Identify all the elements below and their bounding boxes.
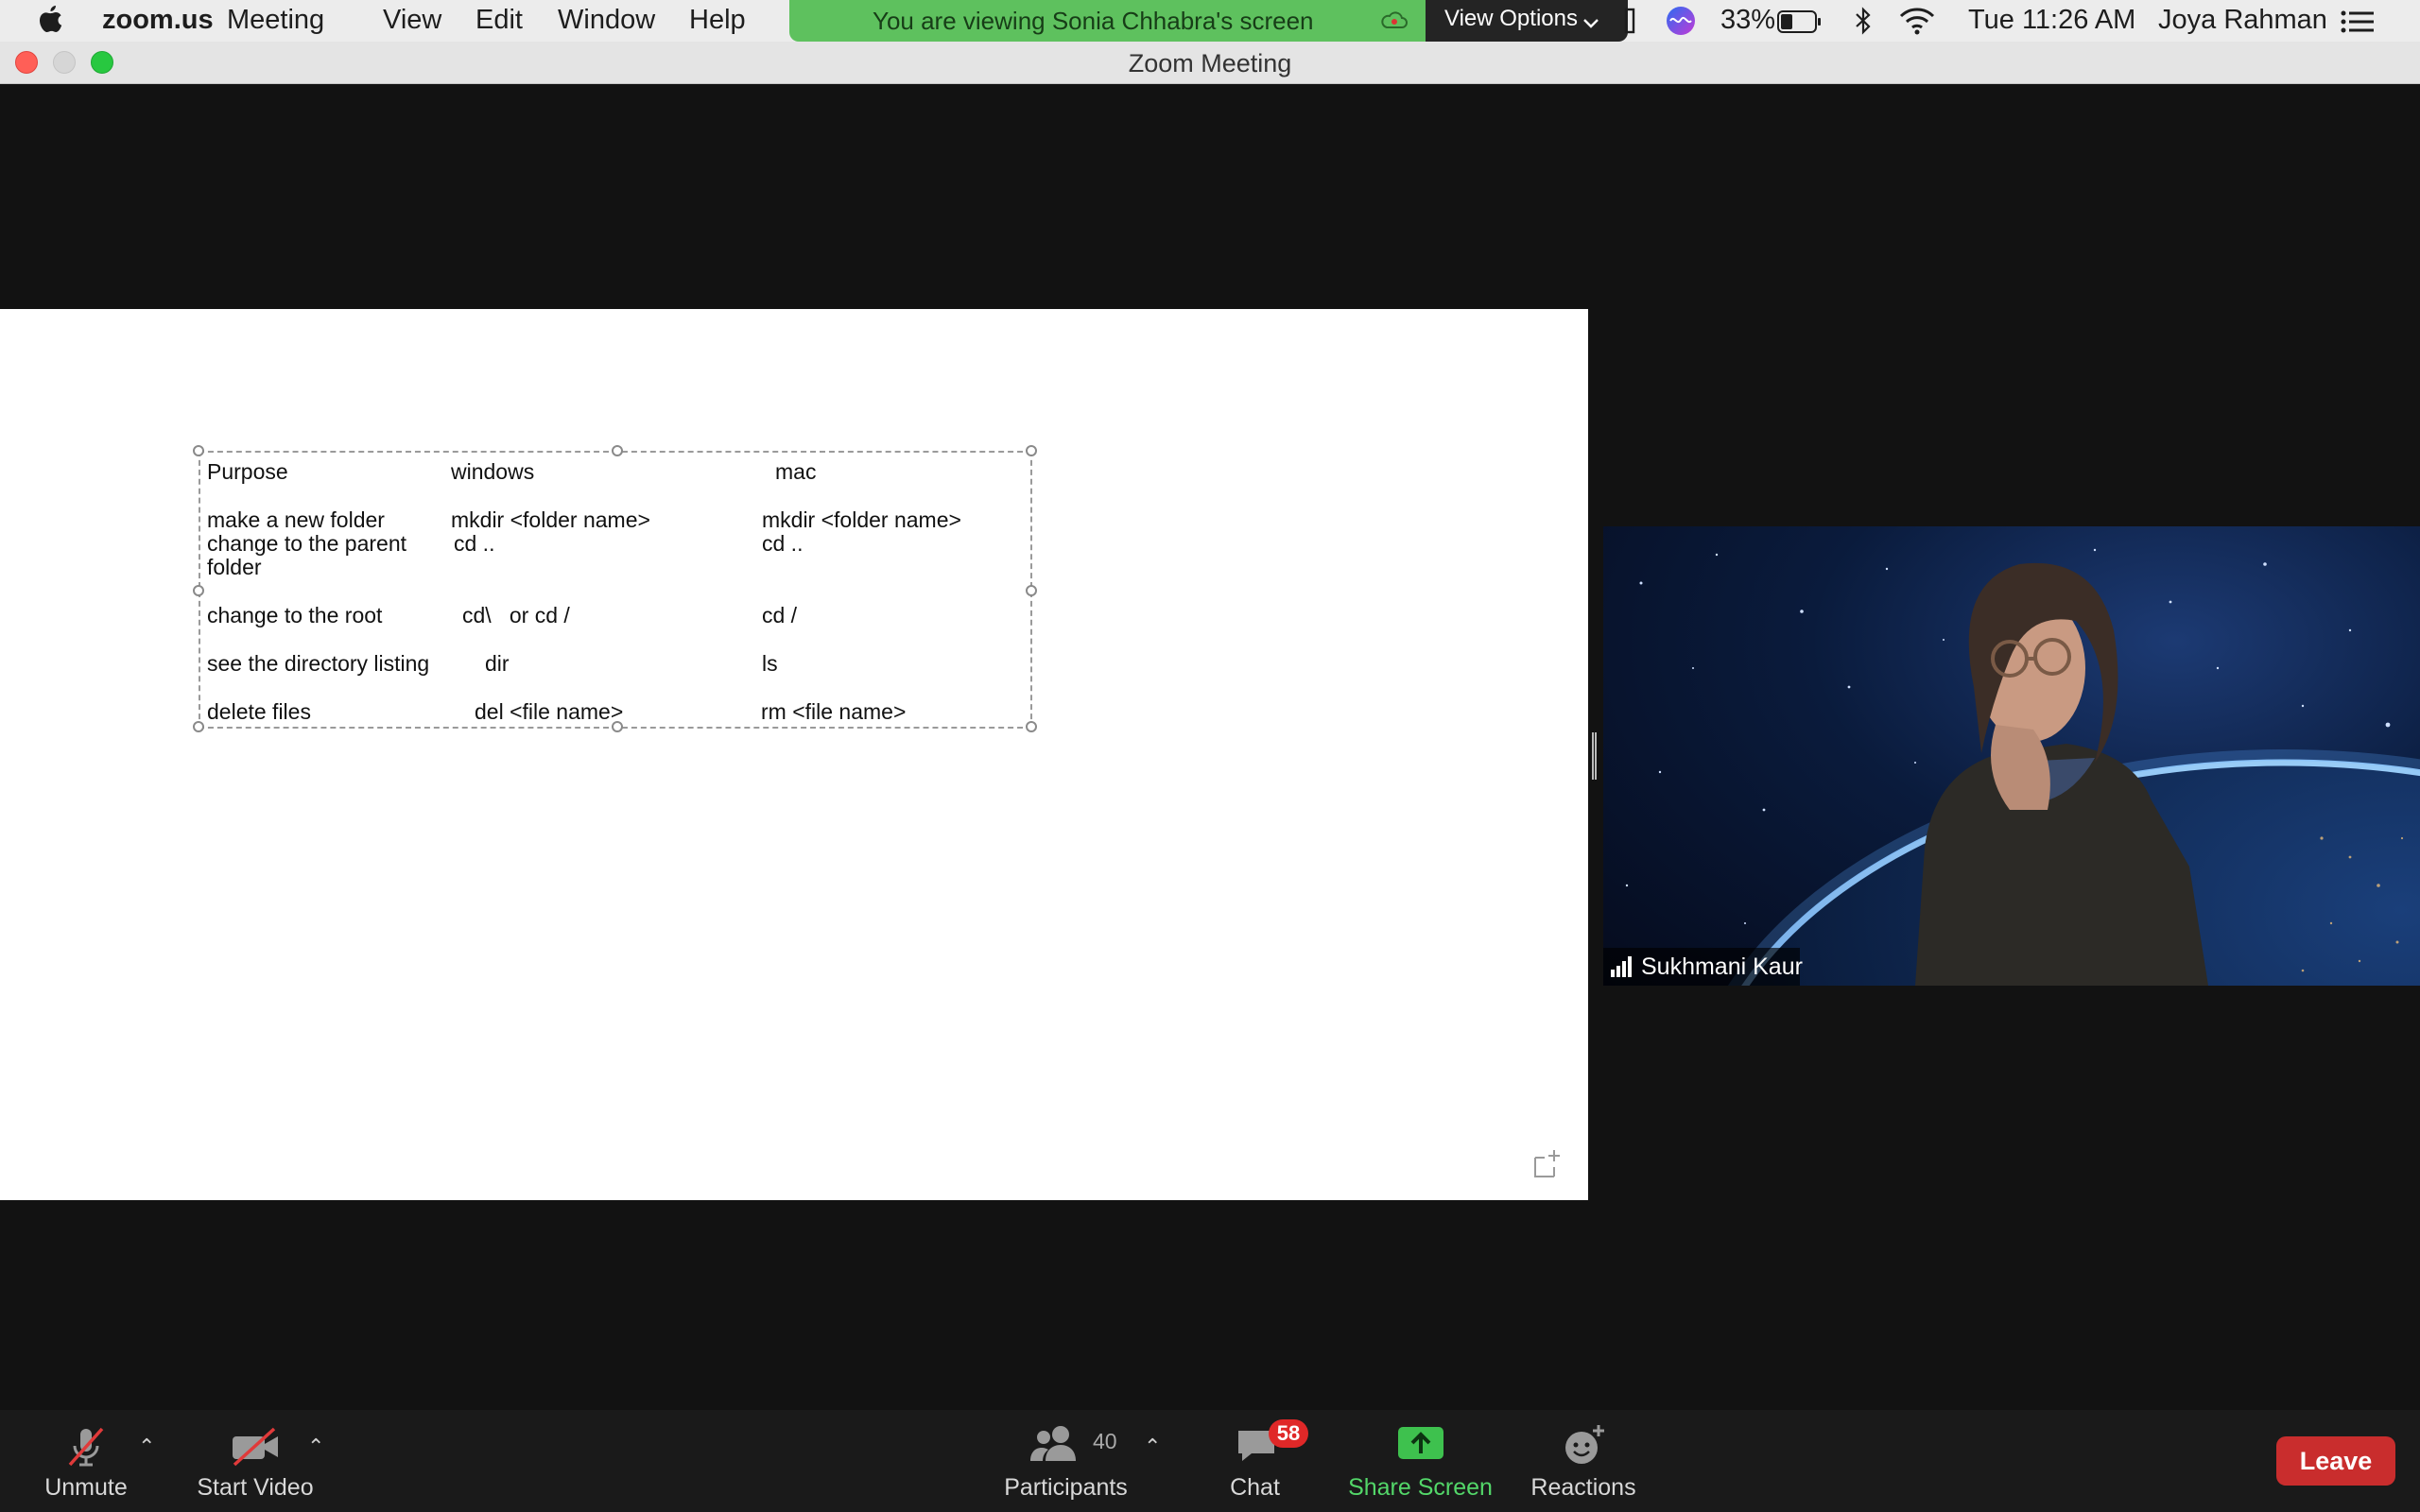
reactions-button[interactable]: Reactions <box>1522 1410 1645 1512</box>
menu-window[interactable]: Window <box>558 5 655 36</box>
unmute-button[interactable]: Unmute <box>34 1410 138 1512</box>
table-cell-mac: cd .. <box>762 531 804 556</box>
table-cell-windows: del <file name> <box>475 699 624 724</box>
table-cell-mac: ls <box>762 651 778 676</box>
resize-handle[interactable] <box>193 445 204 456</box>
chat-bubble-icon: 58 <box>1235 1419 1308 1471</box>
battery-icon[interactable] <box>1777 9 1823 41</box>
table-cell-mac: cd / <box>762 603 798 627</box>
meeting-controls-toolbar: Unmute ⌃ Start Video ⌃ 40 Participants ⌃ <box>0 1410 2420 1512</box>
wifi-icon[interactable] <box>1898 6 1936 43</box>
screen-mirroring-icon[interactable] <box>1624 8 1635 42</box>
table-header-mac: mac <box>775 459 817 484</box>
share-screen-label: Share Screen <box>1348 1474 1493 1501</box>
unmute-label: Unmute <box>44 1474 128 1501</box>
table-cell-windows: cd\ or cd / <box>462 603 570 627</box>
view-options-button[interactable]: View Options <box>1426 0 1628 42</box>
table-header-windows: windows <box>451 459 535 484</box>
participant-video-tile[interactable]: Sukhmani Kaur <box>1603 526 2420 986</box>
table-cell-windows: dir <box>485 651 510 676</box>
start-video-button[interactable]: Start Video <box>189 1410 321 1512</box>
table-cell-windows: cd .. <box>454 531 495 556</box>
leave-meeting-button[interactable]: Leave <box>2276 1436 2395 1486</box>
menu-view[interactable]: View <box>383 5 441 36</box>
table-cell-mac: rm <file name> <box>761 699 907 724</box>
reactions-emoji-icon <box>1561 1423 1606 1473</box>
battery-percent: 33% <box>1720 5 1776 35</box>
menu-meeting[interactable]: Meeting <box>227 5 324 36</box>
chat-label: Chat <box>1230 1474 1280 1501</box>
participants-options-caret-icon[interactable]: ⌃ <box>1144 1435 1161 1459</box>
menu-user-name[interactable]: Joya Rahman <box>2158 5 2327 36</box>
resize-handle[interactable] <box>1026 721 1037 732</box>
resize-handle[interactable] <box>193 721 204 732</box>
screen-share-banner: You are viewing Sonia Chhabra's screen <box>789 0 1426 42</box>
share-screen-icon <box>1396 1423 1445 1469</box>
window-title: Zoom Meeting <box>1128 49 1292 77</box>
menu-help[interactable]: Help <box>689 5 746 36</box>
table-cell-purpose: change to the root <box>207 603 383 627</box>
table-cell-purpose-continued: folder <box>207 555 262 579</box>
chat-unread-badge: 58 <box>1269 1419 1308 1448</box>
participants-icon <box>1030 1423 1080 1469</box>
table-header-purpose: Purpose <box>207 459 288 484</box>
video-camera-off-icon <box>229 1423 282 1475</box>
table-cell-purpose: delete files <box>207 699 311 724</box>
participants-label: Participants <box>1004 1474 1128 1501</box>
audio-options-caret-icon[interactable]: ⌃ <box>138 1435 155 1459</box>
screen-share-banner-text: You are viewing Sonia Chhabra's screen <box>873 7 1314 35</box>
resize-handle[interactable] <box>193 585 204 596</box>
cloud-recording-icon <box>1380 8 1409 39</box>
split-view-drag-handle[interactable] <box>1592 732 1597 780</box>
table-cell-purpose: make a new folder <box>207 507 385 532</box>
table-cell-mac: mkdir <folder name> <box>762 507 961 532</box>
reactions-label: Reactions <box>1530 1474 1636 1501</box>
share-screen-button[interactable]: Share Screen <box>1338 1410 1503 1512</box>
chevron-down-icon <box>1582 9 1599 36</box>
view-options-label: View Options <box>1444 6 1578 31</box>
participant-name: Sukhmani Kaur <box>1641 954 1803 980</box>
video-frame-image <box>1625 548 2420 986</box>
resize-handle[interactable] <box>1026 585 1037 596</box>
macos-menu-bar: zoom.us Meeting View Edit Window Help Yo… <box>0 0 2420 42</box>
table-cell-purpose: see the directory listing <box>207 651 430 676</box>
shared-screen-content: Purpose windows mac make a new folder mk… <box>0 309 1588 1200</box>
table-cell-windows: mkdir <folder name> <box>451 507 650 532</box>
window-title-bar: Zoom Meeting <box>0 42 2420 84</box>
selected-text-box[interactable]: Purpose windows mac make a new folder mk… <box>193 445 1037 732</box>
menu-edit[interactable]: Edit <box>475 5 523 36</box>
new-window-icon[interactable] <box>1531 1148 1564 1185</box>
resize-handle[interactable] <box>612 445 623 456</box>
microphone-muted-icon <box>62 1423 110 1475</box>
chat-button[interactable]: 58 Chat <box>1219 1410 1308 1512</box>
video-options-caret-icon[interactable]: ⌃ <box>307 1435 324 1459</box>
bluetooth-icon[interactable] <box>1853 6 1874 43</box>
participants-count: 40 <box>1093 1429 1117 1453</box>
participant-name-tag: Sukhmani Kaur <box>1603 948 1803 986</box>
app-menu-zoom[interactable]: zoom.us <box>102 5 214 36</box>
apple-menu-icon[interactable] <box>38 4 64 43</box>
start-video-label: Start Video <box>197 1474 314 1501</box>
siri-icon[interactable] <box>1666 6 1696 43</box>
notification-center-icon[interactable] <box>2341 9 2375 41</box>
menu-clock[interactable]: Tue 11:26 AM <box>1968 5 2135 36</box>
resize-handle[interactable] <box>1026 445 1037 456</box>
table-cell-purpose: change to the parent <box>207 531 406 556</box>
participants-button[interactable]: 40 Participants <box>993 1410 1139 1512</box>
